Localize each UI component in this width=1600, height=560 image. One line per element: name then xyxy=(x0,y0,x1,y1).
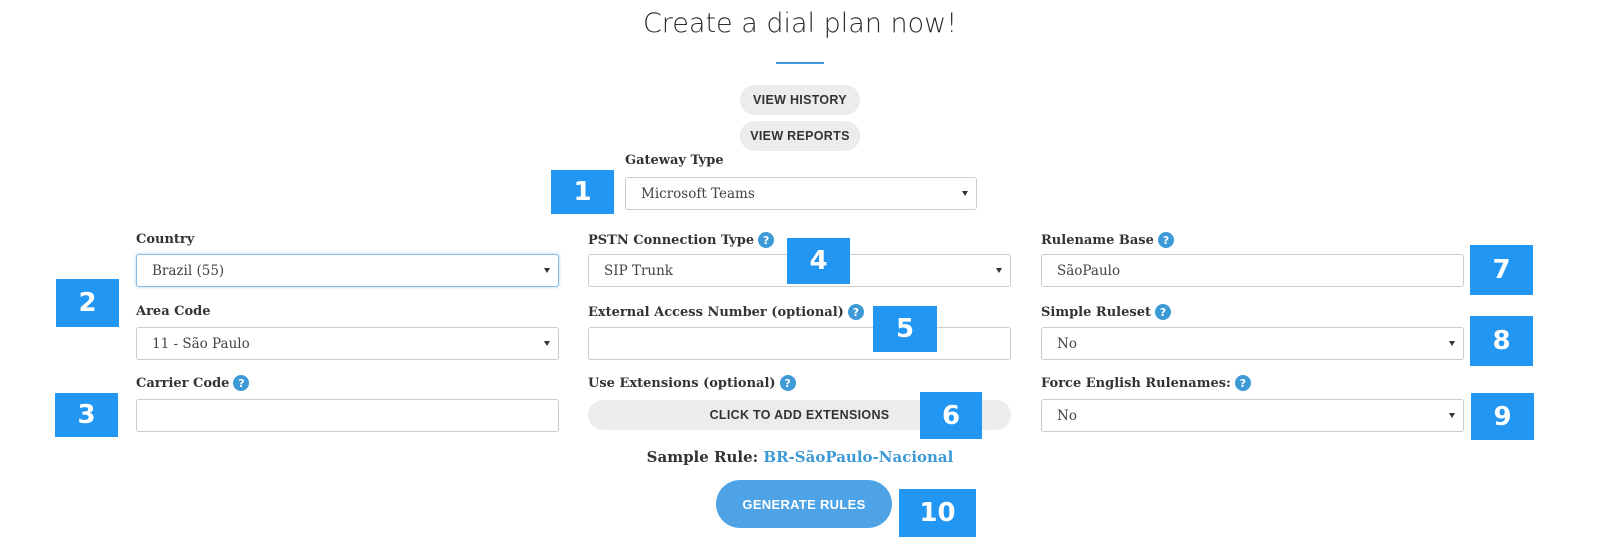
country-label-text: Country xyxy=(136,232,195,247)
callout-badge-7: 7 xyxy=(1470,245,1533,295)
rulename-base-input[interactable]: SãoPaulo xyxy=(1041,254,1464,287)
callout-badge-6: 6 xyxy=(920,392,982,439)
gateway-type-select[interactable]: Microsoft Teams xyxy=(625,177,977,210)
gateway-type-label: Gateway Type xyxy=(625,153,724,168)
callout-badge-8: 8 xyxy=(1470,316,1533,366)
carrier-code-input[interactable] xyxy=(136,399,559,432)
use-extensions-label: Use Extensions (optional) ? xyxy=(588,375,796,391)
sample-rule: Sample Rule: BR-SãoPaulo-Nacional xyxy=(0,448,1600,466)
help-icon[interactable]: ? xyxy=(847,304,864,320)
force-english-label: Force English Rulenames: ? xyxy=(1041,375,1251,391)
help-icon[interactable]: ? xyxy=(233,375,250,391)
chevron-down-icon xyxy=(996,268,1002,273)
use-extensions-label-text: Use Extensions (optional) xyxy=(588,375,776,391)
chevron-down-icon xyxy=(1449,341,1455,346)
help-icon[interactable]: ? xyxy=(1157,232,1174,248)
sample-rule-label: Sample Rule: xyxy=(646,448,759,466)
help-icon[interactable]: ? xyxy=(779,375,796,391)
callout-badge-1: 1 xyxy=(551,170,614,214)
country-select[interactable]: Brazil (55) xyxy=(136,254,559,287)
carrier-code-label: Carrier Code ? xyxy=(136,375,250,391)
rulename-base-value: SãoPaulo xyxy=(1057,262,1121,279)
rulename-base-label-text: Rulename Base xyxy=(1041,232,1154,248)
chevron-down-icon xyxy=(1449,413,1455,418)
callout-badge-2: 2 xyxy=(56,279,119,327)
external-access-label: External Access Number (optional) ? xyxy=(588,304,864,320)
gateway-type-label-text: Gateway Type xyxy=(625,153,724,168)
help-icon[interactable]: ? xyxy=(758,232,775,248)
area-code-select[interactable]: 11 - São Paulo xyxy=(136,327,559,360)
force-english-select[interactable]: No xyxy=(1041,399,1464,432)
callout-badge-9: 9 xyxy=(1471,393,1534,440)
view-reports-button[interactable]: VIEW REPORTS xyxy=(740,121,860,151)
country-value: Brazil (55) xyxy=(152,262,225,279)
external-access-input[interactable] xyxy=(588,327,1011,360)
callout-badge-10: 10 xyxy=(899,489,976,537)
pstn-connection-value: SIP Trunk xyxy=(604,262,673,279)
simple-ruleset-value: No xyxy=(1057,335,1077,352)
pstn-connection-label: PSTN Connection Type ? xyxy=(588,232,775,248)
sample-rule-value: BR-SãoPaulo-Nacional xyxy=(763,448,954,466)
view-history-button[interactable]: VIEW HISTORY xyxy=(740,85,860,115)
area-code-value: 11 - São Paulo xyxy=(152,335,250,352)
force-english-label-text: Force English Rulenames: xyxy=(1041,375,1231,391)
simple-ruleset-label: Simple Ruleset ? xyxy=(1041,304,1171,320)
pstn-connection-label-text: PSTN Connection Type xyxy=(588,232,755,248)
page-title: Create a dial plan now! xyxy=(642,8,958,39)
country-label: Country xyxy=(136,232,194,247)
help-icon[interactable]: ? xyxy=(1234,375,1251,391)
help-icon[interactable]: ? xyxy=(1154,304,1171,320)
callout-badge-4: 4 xyxy=(787,238,850,284)
rulename-base-label: Rulename Base ? xyxy=(1041,232,1174,248)
area-code-label-text: Area Code xyxy=(136,304,211,319)
callout-badge-3: 3 xyxy=(55,393,118,437)
chevron-down-icon xyxy=(544,268,550,273)
force-english-value: No xyxy=(1057,407,1077,424)
gateway-type-value: Microsoft Teams xyxy=(641,185,755,202)
generate-rules-button[interactable]: GENERATE RULES xyxy=(716,480,892,528)
chevron-down-icon xyxy=(544,341,550,346)
title-underline xyxy=(776,62,824,64)
external-access-label-text: External Access Number (optional) xyxy=(588,304,844,320)
area-code-label: Area Code xyxy=(136,304,211,319)
chevron-down-icon xyxy=(962,191,968,196)
simple-ruleset-label-text: Simple Ruleset xyxy=(1041,304,1151,320)
carrier-code-label-text: Carrier Code xyxy=(136,375,230,391)
simple-ruleset-select[interactable]: No xyxy=(1041,327,1464,360)
callout-badge-5: 5 xyxy=(873,306,937,352)
